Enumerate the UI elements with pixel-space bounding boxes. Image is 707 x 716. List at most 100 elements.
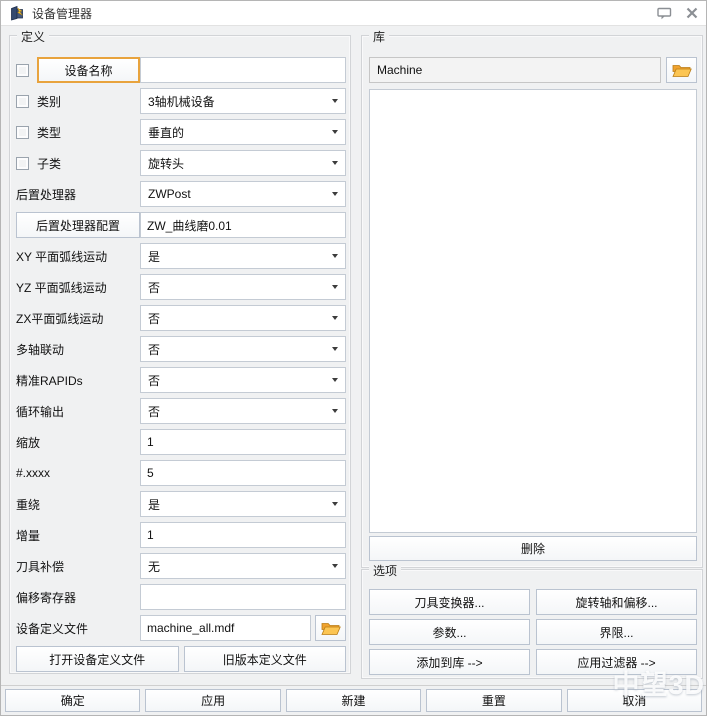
row-label-cell: 精准RAPIDs — [16, 367, 140, 393]
row-label-cell: 增量 — [16, 522, 140, 548]
options-button[interactable]: 添加到库 --> — [369, 649, 530, 675]
footer-button[interactable]: 确定 — [5, 689, 140, 712]
row-control-cell: 旋转头 — [140, 150, 346, 176]
row-checkbox[interactable] — [16, 64, 29, 77]
device-manager-dialog: 设备管理器 定义 设备名称类别3轴机械设备类型垂直的子类旋转头后置处理器ZWPo… — [0, 0, 707, 716]
options-button[interactable]: 应用过滤器 --> — [536, 649, 697, 675]
comment-icon[interactable] — [657, 7, 672, 20]
dropdown[interactable]: 否 — [140, 398, 346, 424]
dropdown-value: 是 — [148, 248, 332, 265]
definition-rows: 设备名称类别3轴机械设备类型垂直的子类旋转头后置处理器ZWPost后置处理器配置… — [16, 57, 346, 672]
row-control-cell — [140, 584, 346, 610]
device-manager-icon — [9, 5, 25, 21]
dropdown[interactable]: 是 — [140, 243, 346, 269]
row-label: YZ 平面弧线运动 — [16, 279, 107, 296]
row-control-cell: 是 — [140, 243, 346, 269]
footer-button[interactable]: 取消 — [567, 689, 702, 712]
library-path-field[interactable]: Machine — [369, 57, 661, 83]
definition-footer-button[interactable]: 旧版本定义文件 — [184, 646, 347, 672]
row-label: XY 平面弧线运动 — [16, 248, 107, 265]
dropdown-value: 否 — [148, 310, 332, 327]
row-label: 多轴联动 — [16, 341, 64, 358]
form-row: 循环输出 否 — [16, 398, 346, 424]
row-label: 增量 — [16, 527, 40, 544]
open-folder-button[interactable] — [315, 615, 346, 641]
text-input[interactable] — [140, 460, 346, 486]
row-checkbox[interactable] — [16, 95, 29, 108]
form-row: XY 平面弧线运动 是 — [16, 243, 346, 269]
row-control-cell: 否 — [140, 336, 346, 362]
footer-button[interactable]: 重置 — [426, 689, 561, 712]
row-label-cell: 设备定义文件 — [16, 615, 140, 641]
row-control-cell — [140, 212, 346, 238]
row-control-cell: 否 — [140, 274, 346, 300]
form-row: 刀具补偿无 — [16, 553, 346, 579]
chevron-down-icon — [332, 378, 338, 382]
dropdown[interactable]: 旋转头 — [140, 150, 346, 176]
row-control-cell: 否 — [140, 398, 346, 424]
dropdown-value: 否 — [148, 279, 332, 296]
row-label-cell: 子类 — [16, 150, 140, 176]
library-path-row: Machine — [369, 57, 697, 83]
label-button[interactable]: 设备名称 — [37, 57, 140, 83]
row-label-cell: 偏移寄存器 — [16, 584, 140, 610]
row-label-cell: #.xxxx — [16, 460, 140, 486]
options-group-label: 选项 — [369, 562, 401, 579]
text-input[interactable] — [140, 429, 346, 455]
chevron-down-icon — [332, 254, 338, 258]
options-button[interactable]: 刀具变换器... — [369, 589, 530, 615]
library-open-folder-button[interactable] — [666, 57, 697, 83]
chevron-down-icon — [332, 130, 338, 134]
row-checkbox[interactable] — [16, 126, 29, 139]
row-label-cell: 设备名称 — [16, 57, 140, 83]
form-row: #.xxxx — [16, 460, 346, 486]
dialog-footer: 确定应用新建重置取消 — [1, 685, 706, 715]
dropdown[interactable]: 是 — [140, 491, 346, 517]
footer-button[interactable]: 应用 — [145, 689, 280, 712]
definition-footer: 打开设备定义文件旧版本定义文件 — [16, 646, 346, 672]
options-buttons: 刀具变换器...旋转轴和偏移...参数...界限...添加到库 -->应用过滤器… — [369, 589, 697, 675]
library-list[interactable] — [369, 89, 697, 533]
row-label-cell: 循环输出 — [16, 398, 140, 424]
row-checkbox[interactable] — [16, 157, 29, 170]
dropdown[interactable]: 否 — [140, 274, 346, 300]
row-label: 循环输出 — [16, 403, 64, 420]
row-label: 后置处理器 — [16, 186, 76, 203]
row-label: 精准RAPIDs — [16, 372, 83, 389]
row-label: 重绕 — [16, 496, 40, 513]
options-button[interactable]: 界限... — [536, 619, 697, 645]
dropdown[interactable]: 无 — [140, 553, 346, 579]
row-control-cell: 是 — [140, 491, 346, 517]
dropdown-value: 否 — [148, 403, 332, 420]
text-input[interactable] — [140, 522, 346, 548]
form-row: 缩放 — [16, 429, 346, 455]
dropdown[interactable]: 否 — [140, 367, 346, 393]
dropdown[interactable]: 否 — [140, 336, 346, 362]
text-input[interactable] — [140, 584, 346, 610]
definition-footer-button[interactable]: 打开设备定义文件 — [16, 646, 179, 672]
form-row: 类别3轴机械设备 — [16, 88, 346, 114]
options-button[interactable]: 参数... — [369, 619, 530, 645]
dropdown[interactable]: 否 — [140, 305, 346, 331]
close-icon[interactable] — [686, 7, 698, 19]
text-input[interactable] — [140, 212, 346, 238]
library-group: 库 Machine 删除 — [361, 35, 703, 568]
label-button[interactable]: 后置处理器配置 — [16, 212, 140, 238]
dropdown[interactable]: ZWPost — [140, 181, 346, 207]
text-input[interactable] — [140, 615, 311, 641]
row-label-cell: 重绕 — [16, 491, 140, 517]
form-row: 子类旋转头 — [16, 150, 346, 176]
folder-icon — [672, 63, 692, 78]
delete-button[interactable]: 删除 — [369, 536, 697, 561]
dropdown[interactable]: 3轴机械设备 — [140, 88, 346, 114]
footer-button[interactable]: 新建 — [286, 689, 421, 712]
dropdown[interactable]: 垂直的 — [140, 119, 346, 145]
chevron-down-icon — [332, 99, 338, 103]
library-group-label: 库 — [369, 28, 389, 45]
chevron-down-icon — [332, 161, 338, 165]
form-row: ZX平面弧线运动否 — [16, 305, 346, 331]
options-button[interactable]: 旋转轴和偏移... — [536, 589, 697, 615]
row-label-cell: 类别 — [16, 88, 140, 114]
text-input[interactable] — [140, 57, 346, 83]
chevron-down-icon — [332, 192, 338, 196]
